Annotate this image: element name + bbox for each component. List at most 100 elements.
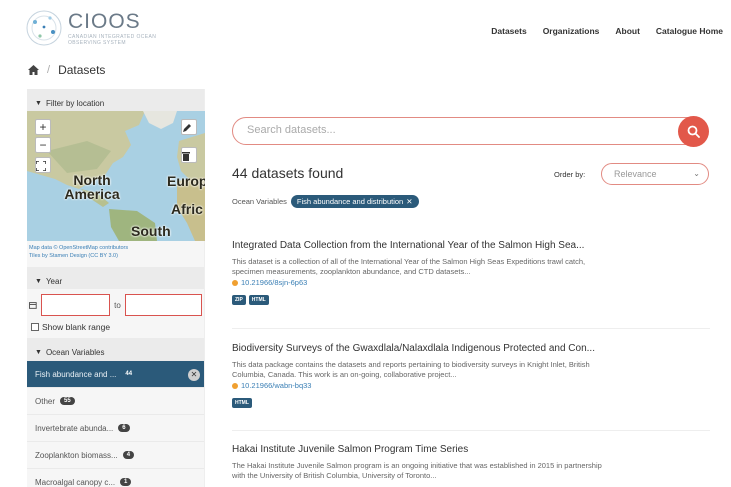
breadcrumb-separator: /	[47, 64, 51, 76]
variable-label: Invertebrate abunda...	[35, 423, 114, 433]
dataset-description: This data package contains the datasets …	[232, 360, 710, 380]
year-label: Year	[45, 277, 63, 286]
filter-location-header: ▼ Filter by location	[27, 89, 204, 111]
dataset-description: This dataset is a collection of all of t…	[232, 257, 710, 277]
trash-icon	[182, 152, 190, 161]
search-button[interactable]	[678, 116, 709, 147]
year-to-label: to	[114, 300, 121, 310]
remove-filter-icon[interactable]: ✕	[188, 369, 200, 381]
location-map[interactable]: + − North America Europ Afric South	[27, 111, 205, 241]
year-from-input[interactable]	[40, 294, 111, 316]
year-range: to	[27, 289, 204, 316]
breadcrumb-current[interactable]: Datasets	[58, 63, 105, 77]
year-header: ▼ Year	[27, 267, 204, 289]
format-tag[interactable]: HTML	[248, 295, 269, 305]
dataset-doi[interactable]: 10.21966/8sjn-6p63	[232, 278, 710, 287]
nav-catalogue-home[interactable]: Catalogue Home	[656, 26, 723, 36]
show-blank-range[interactable]: Show blank range	[27, 316, 204, 332]
filter-location-label: Filter by location	[45, 99, 105, 108]
sidebar: ▼ Filter by location + − North America E…	[27, 89, 205, 487]
funnel-icon: ▼	[35, 278, 42, 285]
dataset-title[interactable]: Hakai Institute Juvenile Salmon Program …	[232, 444, 710, 455]
variable-item-fish[interactable]: Fish abundance and ... 44 ✕	[27, 360, 204, 387]
variable-label: Macroalgal canopy c...	[35, 477, 116, 487]
results-count: 44 datasets found	[232, 165, 344, 181]
description-line: This data package contains the datasets …	[232, 360, 590, 369]
doi-link[interactable]: 10.21966/wabn-bq33	[241, 381, 311, 390]
dataset-title[interactable]: Integrated Data Collection from the Inte…	[232, 240, 710, 251]
year-to-input[interactable]	[124, 294, 202, 316]
doi-icon	[232, 279, 238, 286]
variable-item-invertebrate[interactable]: Invertebrate abunda... 6	[27, 414, 204, 441]
ocean-variables-label: Ocean Variables	[45, 348, 105, 357]
dataset-result: Biodiversity Surveys of the Gwaxdlala/Na…	[232, 343, 710, 408]
active-filter-pill[interactable]: Fish abundance and distribution ✕	[290, 195, 419, 208]
result-divider	[232, 328, 710, 329]
active-filter-category: Ocean Variables	[232, 197, 287, 206]
close-icon[interactable]: ✕	[406, 197, 412, 206]
search-input[interactable]	[247, 124, 667, 136]
map-label-europe: Europ	[167, 173, 205, 189]
variable-label: Zooplankton biomass...	[35, 450, 118, 460]
variable-label: Fish abundance and ...	[35, 369, 117, 379]
active-filter-value: Fish abundance and distribution	[296, 197, 404, 206]
order-by-value: Relevance	[614, 169, 657, 179]
attribution-line1[interactable]: Map data © OpenStreetMap contributors	[29, 244, 204, 252]
funnel-icon: ▼	[35, 100, 42, 107]
order-by-label: Order by:	[554, 170, 586, 179]
main-nav: Datasets Organizations About Catalogue H…	[491, 26, 723, 36]
logo-title: CIOOS	[68, 10, 141, 33]
ocean-variables-header: ▼ Ocean Variables	[27, 338, 204, 360]
doi-icon	[232, 382, 238, 389]
dataset-title[interactable]: Biodiversity Surveys of the Gwaxdlala/Na…	[232, 343, 710, 354]
variable-item-zooplankton[interactable]: Zooplankton biomass... 4	[27, 441, 204, 468]
map-label-south: South	[131, 223, 171, 239]
nav-about[interactable]: About	[615, 26, 640, 36]
result-divider	[232, 430, 710, 431]
draw-button[interactable]	[181, 119, 197, 135]
logo-mark-icon	[26, 10, 62, 46]
description-line: This dataset is a collection of all of t…	[232, 257, 586, 266]
variable-item-other[interactable]: Other 55	[27, 387, 204, 414]
format-tags: ZIP HTML	[232, 295, 710, 305]
dataset-result: Hakai Institute Juvenile Salmon Program …	[232, 444, 710, 481]
show-blank-range-label: Show blank range	[42, 322, 111, 332]
fullscreen-icon	[36, 161, 46, 171]
funnel-icon: ▼	[35, 349, 42, 356]
show-blank-range-checkbox[interactable]	[31, 323, 39, 331]
map-label-africa: Afric	[171, 201, 203, 217]
nav-organizations[interactable]: Organizations	[543, 26, 600, 36]
description-line: with the University of British Columbia,…	[232, 471, 437, 480]
variable-count: 6	[118, 424, 130, 432]
breadcrumb: / Datasets	[28, 63, 105, 77]
home-icon[interactable]	[28, 65, 39, 75]
dataset-doi[interactable]: 10.21966/wabn-bq33	[232, 381, 710, 390]
logo-subtitle: CANADIAN INTEGRATED OCEAN OBSERVING SYST…	[68, 34, 157, 46]
calendar-icon	[29, 302, 37, 309]
active-filters: Ocean Variables Fish abundance and distr…	[232, 195, 419, 208]
delete-button[interactable]	[181, 147, 197, 163]
variable-item-macroalgal[interactable]: Macroalgal canopy c... 1	[27, 468, 204, 487]
site-header: CIOOS CANADIAN INTEGRATED OCEAN OBSERVIN…	[0, 0, 731, 58]
variable-count: 44	[121, 370, 137, 378]
search-icon	[687, 125, 700, 138]
zoom-out-button[interactable]: −	[35, 137, 51, 153]
dataset-result: Integrated Data Collection from the Inte…	[232, 240, 710, 305]
cioos-logo[interactable]: CIOOS CANADIAN INTEGRATED OCEAN OBSERVIN…	[24, 8, 194, 50]
variable-count: 1	[120, 478, 132, 486]
dataset-description: The Hakai Institute Juvenile Salmon prog…	[232, 461, 710, 481]
variable-count: 4	[122, 451, 135, 459]
format-tags: HTML	[232, 398, 710, 408]
fullscreen-button[interactable]	[35, 157, 51, 173]
zoom-in-button[interactable]: +	[35, 119, 51, 135]
format-tag[interactable]: ZIP	[232, 295, 246, 305]
doi-link[interactable]: 10.21966/8sjn-6p63	[241, 278, 307, 287]
description-line: specimen measurements, zooplankton abund…	[232, 267, 471, 276]
attribution-line2[interactable]: Tiles by Stamen Design (CC BY 3.0)	[29, 252, 204, 260]
format-tag[interactable]: HTML	[232, 398, 252, 408]
nav-datasets[interactable]: Datasets	[491, 26, 526, 36]
description-line: The Hakai Institute Juvenile Salmon prog…	[232, 461, 602, 470]
order-by-select[interactable]: Relevance ⌄	[601, 163, 709, 185]
variable-count: 55	[60, 397, 75, 405]
map-attribution: Map data © OpenStreetMap contributors Ti…	[27, 241, 204, 267]
